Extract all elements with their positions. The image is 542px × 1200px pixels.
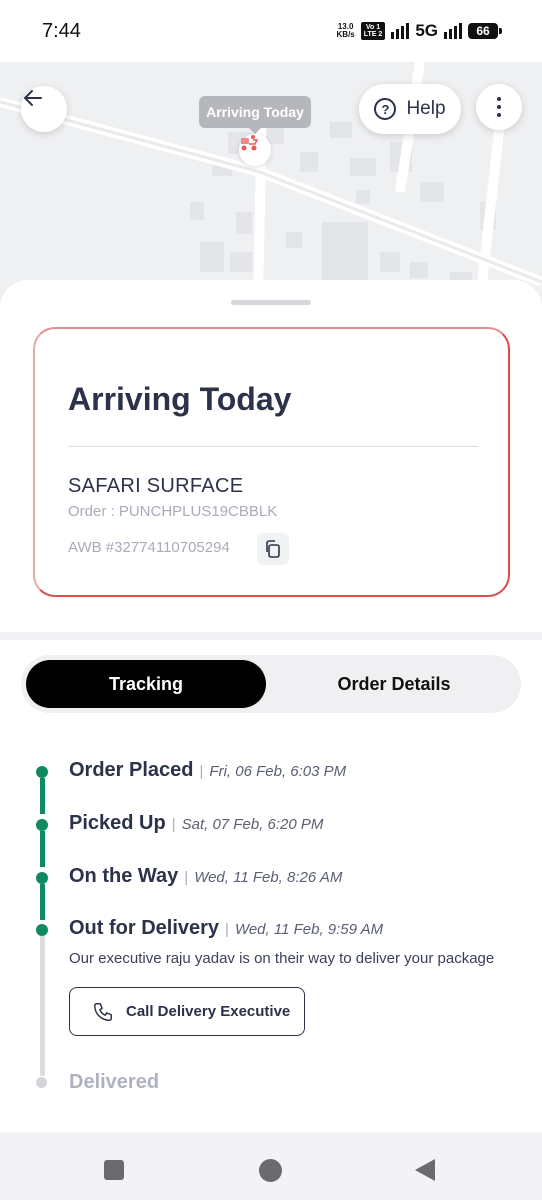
network-type: 5G bbox=[415, 21, 438, 40]
timeline-step-order-placed: Order Placed | Fri, 06 Feb, 6:03 PM bbox=[69, 759, 347, 781]
drag-handle[interactable] bbox=[231, 300, 311, 305]
timeline-connector bbox=[40, 831, 45, 867]
status-bar: 7:44 13.0 KB/s Vo 1 LTE 2 5G 66 bbox=[0, 0, 542, 62]
timeline-dot-pending bbox=[36, 1077, 47, 1088]
card-divider bbox=[68, 446, 478, 447]
battery-icon: 66 bbox=[468, 23, 502, 39]
map-status-tooltip: Arriving Today bbox=[199, 96, 311, 134]
tab-group: Tracking Order Details bbox=[21, 655, 521, 713]
delivery-scooter-icon bbox=[241, 135, 259, 151]
system-back-button[interactable] bbox=[415, 1159, 435, 1181]
call-delivery-executive-button[interactable]: Call Delivery Executive bbox=[69, 987, 305, 1036]
timeline-connector bbox=[40, 778, 45, 814]
delivery-status-title: Arriving Today bbox=[68, 381, 292, 417]
tab-tracking[interactable]: Tracking bbox=[26, 660, 266, 708]
timeline-connector-pending bbox=[40, 936, 45, 1076]
order-id: Order : PUNCHPLUS19CBBLK bbox=[68, 503, 278, 520]
network-speed: 13.0 KB/s bbox=[336, 22, 355, 39]
timeline-step-out-for-delivery: Out for Delivery | Wed, 11 Feb, 9:59 AM bbox=[69, 917, 384, 939]
awb-number: AWB #32774110705294 bbox=[68, 539, 230, 556]
timeline-step-picked-up: Picked Up | Sat, 07 Feb, 6:20 PM bbox=[69, 812, 324, 834]
back-button[interactable] bbox=[21, 86, 67, 132]
more-vertical-icon bbox=[497, 97, 501, 101]
help-button[interactable]: ? Help bbox=[359, 84, 461, 134]
timeline-dot bbox=[36, 924, 48, 936]
phone-icon bbox=[94, 1002, 112, 1021]
map-view[interactable]: Arriving Today ? Help bbox=[0, 62, 542, 302]
volte-icon: Vo 1 LTE 2 bbox=[360, 22, 386, 40]
order-sheet: Arriving Today SAFARI SURFACE Order : PU… bbox=[0, 280, 542, 632]
timeline-dot bbox=[36, 766, 48, 778]
recents-button[interactable] bbox=[104, 1160, 124, 1180]
tab-order-details[interactable]: Order Details bbox=[273, 660, 515, 708]
copy-awb-button[interactable] bbox=[257, 533, 289, 565]
arrow-left-icon bbox=[24, 90, 42, 106]
more-options-button[interactable] bbox=[476, 84, 522, 130]
help-circle-icon: ? bbox=[374, 98, 397, 120]
timeline-step-delivered: Delivered bbox=[69, 1071, 160, 1093]
home-button[interactable] bbox=[259, 1159, 282, 1182]
call-button-label: Call Delivery Executive bbox=[126, 1003, 291, 1020]
timeline-dot bbox=[36, 872, 48, 884]
signal-icon-2 bbox=[444, 23, 462, 39]
signal-icon bbox=[391, 23, 410, 39]
status-time: 7:44 bbox=[42, 20, 81, 42]
order-status-card: Arriving Today SAFARI SURFACE Order : PU… bbox=[33, 327, 510, 597]
courier-name: SAFARI SURFACE bbox=[68, 475, 244, 497]
system-nav-bar bbox=[0, 1140, 542, 1200]
delivery-executive-message: Our executive raju yadav is on their way… bbox=[69, 950, 495, 967]
copy-icon bbox=[266, 540, 280, 558]
help-button-label: Help bbox=[406, 98, 446, 119]
timeline-dot bbox=[36, 819, 48, 831]
tracking-panel: Tracking Order Details Order Placed | Fr… bbox=[0, 640, 542, 1132]
timeline-connector bbox=[40, 884, 45, 920]
status-icons: 13.0 KB/s Vo 1 LTE 2 5G 66 bbox=[336, 21, 502, 41]
timeline-step-on-the-way: On the Way | Wed, 11 Feb, 8:26 AM bbox=[69, 865, 343, 887]
delivery-location-pin[interactable] bbox=[239, 134, 271, 166]
